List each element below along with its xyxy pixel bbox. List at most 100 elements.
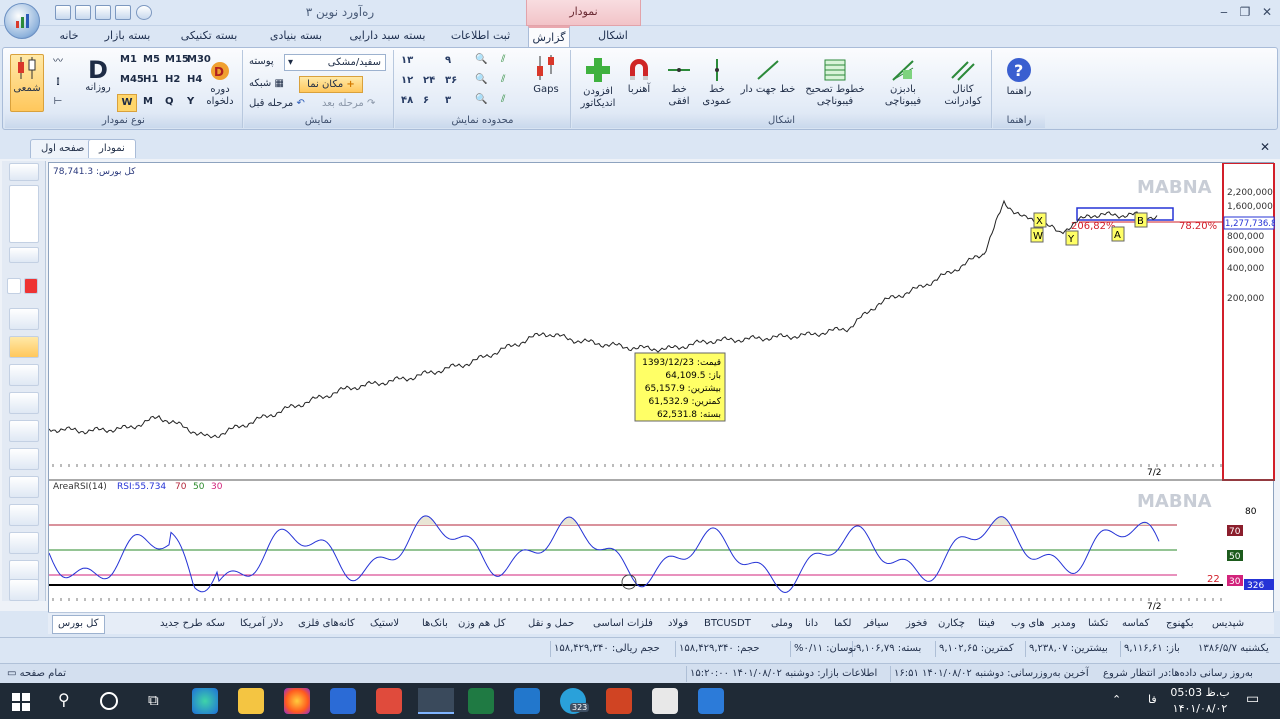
powerpoint-icon[interactable] — [606, 688, 632, 714]
symbol-tab[interactable]: شپدیس — [1212, 616, 1244, 633]
symbol-tab[interactable]: دانا — [805, 616, 818, 633]
edge-icon[interactable] — [192, 688, 218, 714]
candle-chart-button[interactable]: شمعی — [10, 54, 44, 112]
pointer-button[interactable]: مکان نما + — [299, 76, 363, 93]
daily-button[interactable]: D روزانه — [83, 58, 113, 94]
frame-w[interactable]: W — [117, 94, 137, 112]
fullscreen-button[interactable]: تمام صفحه ▭ — [4, 666, 69, 682]
tool-8-icon[interactable] — [9, 504, 39, 526]
symbol-tab[interactable]: کل هم وزن — [458, 616, 506, 633]
frame-h4[interactable]: H4 — [187, 74, 202, 86]
scroll-down-icon[interactable] — [9, 247, 39, 263]
tab-report[interactable]: گزارش — [528, 26, 570, 48]
restore-button[interactable]: ❐ — [1236, 4, 1254, 20]
fib-fan-button[interactable]: بادبزن فیبوناچی — [872, 58, 934, 108]
symbol-tab[interactable]: فخوز — [906, 616, 927, 633]
symbol-tab[interactable]: چکارن — [938, 616, 965, 633]
gaps-button[interactable]: Gaps — [527, 54, 565, 96]
tab-market-package[interactable]: بسته بازار — [100, 26, 155, 47]
range-6[interactable]: ۶ — [423, 95, 429, 107]
range-13[interactable]: ۱۳ — [401, 55, 413, 67]
trend-line-button[interactable]: خط جهت دار — [738, 58, 798, 96]
tool-9-icon[interactable] — [9, 532, 39, 554]
range-3[interactable]: ۳ — [445, 95, 451, 107]
symbol-tab[interactable]: ومدیر — [1052, 616, 1076, 633]
range-9[interactable]: ۹ — [445, 55, 451, 67]
tool-3-icon[interactable] — [9, 364, 39, 386]
tool-4-icon[interactable] — [9, 392, 39, 414]
custom-period-button[interactable]: D دوره دلخواه — [203, 58, 237, 108]
notification-icon[interactable]: ▭ — [1246, 691, 1259, 707]
zoom-reset-icon[interactable]: 🔍 — [475, 94, 487, 106]
tool-11-icon[interactable] — [9, 579, 39, 601]
tab-home[interactable]: خانه — [55, 26, 83, 47]
paint-icon[interactable] — [652, 688, 678, 714]
delete-icon[interactable] — [24, 278, 38, 294]
tab-shapes[interactable]: اشکال — [592, 26, 634, 47]
symbol-tab[interactable]: کماسه — [1122, 616, 1149, 633]
grid-button[interactable]: شبکه ▦ — [249, 78, 284, 90]
symbol-tab[interactable]: فینتا — [978, 616, 995, 633]
clock-date[interactable]: ۱۴۰۱/۰۸/۰۲ — [1170, 702, 1230, 715]
frame-m45[interactable]: M45 — [120, 74, 144, 86]
range-24[interactable]: ۲۴ — [423, 75, 435, 87]
windows-start-icon[interactable] — [12, 693, 30, 711]
minimize-button[interactable]: ‒ — [1215, 4, 1233, 20]
symbol-tab[interactable]: لاستیک — [370, 616, 399, 633]
symbol-tab[interactable]: بکهنوج — [1166, 616, 1194, 633]
fit-range-icon[interactable]: ⫽ — [501, 94, 505, 106]
photos-icon[interactable] — [698, 688, 724, 714]
color-box[interactable] — [7, 278, 21, 294]
tool-7-icon[interactable] — [9, 476, 39, 498]
symbol-tab[interactable]: فلزات اساسی — [593, 616, 653, 633]
frame-h2[interactable]: H2 — [165, 74, 180, 86]
vscode-icon[interactable] — [514, 688, 540, 714]
symbol-tab[interactable]: سیافر — [864, 616, 889, 633]
close-tab-icon[interactable]: ✕ — [1260, 140, 1270, 154]
help-button[interactable]: ? راهنما — [999, 56, 1039, 98]
symbol-tab[interactable]: های وب — [1011, 616, 1045, 633]
pin-icon[interactable] — [9, 163, 39, 181]
add-indicator-button[interactable]: افزودن اندیکاتور — [576, 56, 620, 110]
symbol-tab[interactable]: دلار آمریکا — [240, 616, 283, 633]
scroll-start-icon[interactable]: ⫽ — [501, 54, 505, 66]
symbol-tab[interactable]: لکما — [834, 616, 851, 633]
symbol-tab[interactable]: بانک‌ها — [422, 616, 448, 633]
app-icon[interactable] — [376, 688, 402, 714]
tool-scroll-list[interactable] — [9, 185, 39, 243]
prev-step-button[interactable]: مرحله قبل ↶ — [249, 98, 305, 110]
frame-m5[interactable]: M5 — [143, 54, 160, 66]
theme-select[interactable]: سفید/مشکی ▾ — [284, 54, 386, 71]
tray-chevron-icon[interactable]: ⌃ — [1112, 693, 1121, 706]
frame-month[interactable]: M — [143, 96, 153, 108]
ohlc-chart-icon[interactable]: ⊢ — [51, 96, 65, 110]
chart-area[interactable]: MABNA MABNA کل بورس: 78,741.3 2,200,000 … — [48, 162, 1276, 613]
search-icon[interactable]: ⚲ — [58, 690, 70, 709]
frame-h1[interactable]: H1 — [143, 74, 158, 86]
vertical-line-button[interactable]: خط عمودی — [700, 58, 734, 108]
range-48[interactable]: ۴۸ — [401, 95, 413, 107]
frame-q[interactable]: Q — [165, 96, 174, 108]
symbol-tab[interactable]: فولاد — [668, 616, 688, 633]
range-12[interactable]: ۱۲ — [401, 75, 413, 87]
magnet-button[interactable]: آهنربا — [622, 56, 656, 96]
tab-fundamental-package[interactable]: بسته بنیادی — [262, 26, 330, 47]
scroll-end-icon[interactable]: ⫽ — [501, 74, 505, 86]
tab-portfolio-package[interactable]: بسته سبد دارایی — [345, 26, 430, 47]
frame-m1[interactable]: M1 — [120, 54, 137, 66]
task-view-icon[interactable]: ⧉ — [148, 691, 159, 709]
tool-6-icon[interactable] — [9, 448, 39, 470]
bar-chart-icon[interactable]: ⫾ — [51, 76, 65, 90]
tool-1-icon[interactable] — [9, 308, 39, 330]
quadrant-channel-button[interactable]: کانال کوادرانت — [938, 58, 988, 108]
rahavard-taskbar-icon[interactable] — [418, 688, 454, 714]
tool-5-icon[interactable] — [9, 420, 39, 442]
symbol-tab[interactable]: BTCUSDT — [704, 616, 751, 633]
tool-2-icon[interactable] — [9, 336, 39, 358]
frame-y[interactable]: Y — [187, 96, 194, 108]
app-menu-button[interactable] — [4, 3, 40, 39]
language-indicator[interactable]: فا — [1148, 693, 1157, 706]
symbol-tab[interactable]: سکه طرح جدید — [160, 616, 225, 633]
symbol-tab[interactable]: وملی — [771, 616, 793, 633]
store-icon[interactable] — [330, 688, 356, 714]
